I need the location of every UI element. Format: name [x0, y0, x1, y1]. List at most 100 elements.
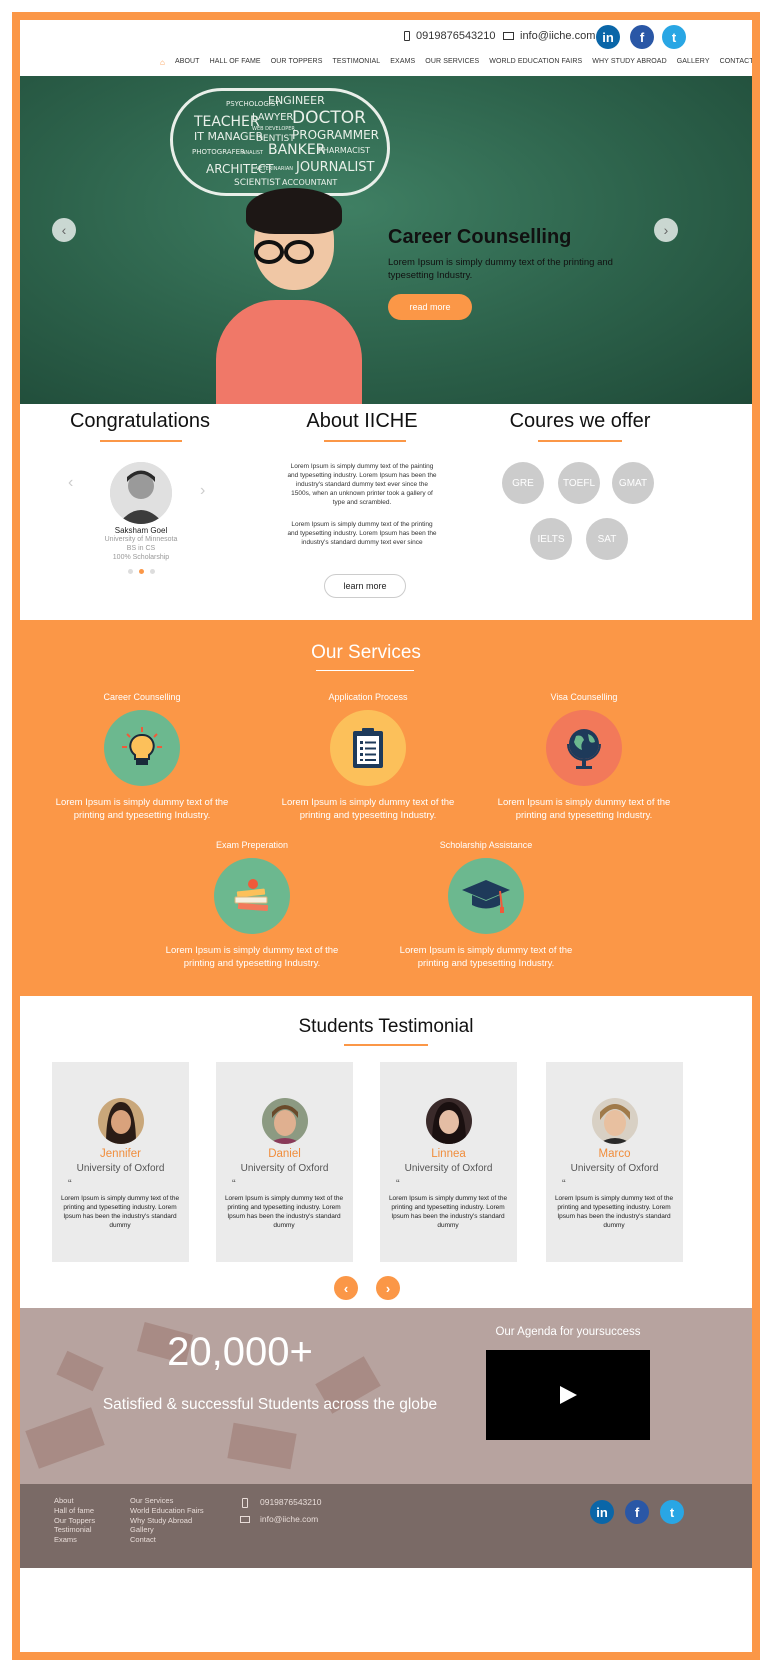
- learn-more-button[interactable]: learn more: [324, 574, 406, 598]
- testimonial-text: Lorem Ipsum is simply dummy text of the …: [60, 1195, 180, 1229]
- stats-text: Satisfied & successful Students across t…: [102, 1396, 438, 1413]
- testimonial-university: University of Oxford: [240, 1163, 329, 1174]
- cloud-word: JOURNALIST: [296, 160, 375, 175]
- play-icon[interactable]: [560, 1386, 577, 1404]
- globe-icon[interactable]: [546, 710, 622, 786]
- footer-link-our-toppers[interactable]: Our Toppers: [54, 1516, 95, 1526]
- testimonial-next-button[interactable]: ›: [376, 1276, 400, 1300]
- agenda-title: Our Agenda for yoursuccess: [495, 1326, 641, 1338]
- nav-hall-of-fame[interactable]: HALL OF FAME: [210, 58, 261, 67]
- testimonial-name: Marco: [598, 1148, 631, 1160]
- nav-gallery[interactable]: GALLERY: [677, 58, 710, 67]
- footer-email[interactable]: info@iiche.com: [260, 1514, 318, 1525]
- linkedin-icon[interactable]: in: [590, 1500, 614, 1524]
- testimonial-name: Daniel: [268, 1148, 301, 1160]
- mail-icon: [503, 32, 514, 40]
- phone-icon: [242, 1498, 248, 1508]
- clipboard-icon[interactable]: [330, 710, 406, 786]
- testimonial-text: Lorem Ipsum is simply dummy text of the …: [554, 1195, 674, 1229]
- slider-next-button[interactable]: ›: [654, 218, 678, 242]
- cloud-word: TEACHER: [194, 114, 260, 130]
- page: 0919876543210 info@iiche.com in f t ⌂ AB…: [12, 12, 760, 1660]
- courses-title: Coures we offer: [509, 410, 651, 432]
- nav-our-toppers[interactable]: OUR TOPPERS: [271, 58, 323, 67]
- nav-testimonial[interactable]: TESTIMONIAL: [333, 58, 381, 67]
- title-underline: [316, 670, 414, 671]
- nav-exams[interactable]: EXAMS: [390, 58, 415, 67]
- chevron-right-icon: ›: [663, 222, 669, 238]
- footer-link-our-services[interactable]: Our Services: [130, 1496, 204, 1506]
- footer-link-why-study-abroad[interactable]: Why Study Abroad: [130, 1516, 204, 1526]
- mail-icon: [240, 1516, 250, 1523]
- student-university: University of Minnesota: [104, 536, 178, 543]
- service-text: Lorem Ipsum is simply dummy text of the …: [281, 797, 455, 821]
- title-underline: [100, 440, 182, 442]
- read-more-button[interactable]: read more: [388, 294, 472, 320]
- cloud-word: ANALIST: [242, 150, 264, 156]
- congrats-title: Congratulations: [69, 410, 211, 432]
- footer-link-world-education-fairs[interactable]: World Education Fairs: [130, 1506, 204, 1516]
- cloud-word: DOCTOR: [292, 108, 366, 128]
- footer-link-testimonial[interactable]: Testimonial: [54, 1525, 95, 1535]
- footer-links-col1: About Hall of fame Our Toppers Testimoni…: [54, 1496, 95, 1545]
- course-ielts[interactable]: IELTS: [530, 518, 572, 560]
- service-text: Lorem Ipsum is simply dummy text of the …: [497, 797, 671, 821]
- header: 0919876543210 info@iiche.com in f t ⌂ AB…: [20, 20, 752, 80]
- nav-our-services[interactable]: OUR SERVICES: [425, 58, 479, 67]
- glasses: [284, 240, 314, 264]
- about-paragraph-1: Lorem Ipsum is simply dummy text of the …: [287, 463, 437, 506]
- home-icon[interactable]: ⌂: [160, 58, 165, 67]
- carousel-dot[interactable]: [150, 569, 155, 574]
- books-icon[interactable]: [214, 858, 290, 934]
- linkedin-icon[interactable]: in: [596, 25, 620, 49]
- cloud-word: PHOTOGRAFER: [192, 148, 245, 156]
- lightbulb-icon[interactable]: [104, 710, 180, 786]
- testimonial-avatar: [592, 1098, 638, 1144]
- footer-link-gallery[interactable]: Gallery: [130, 1525, 204, 1535]
- testimonial-name: Jennifer: [100, 1148, 141, 1160]
- cloud-word: BANKER: [268, 142, 326, 158]
- slider-prev-button[interactable]: ‹: [52, 218, 76, 242]
- nav-why-study-abroad[interactable]: WHY STUDY ABROAD: [592, 58, 666, 67]
- nav-contact[interactable]: CONTACT: [720, 58, 752, 67]
- student-photo: [110, 462, 172, 524]
- service-title: Application Process: [328, 692, 408, 702]
- footer-links-col2: Our Services World Education Fairs Why S…: [130, 1496, 204, 1545]
- main-nav: ⌂ ABOUT HALL OF FAME OUR TOPPERS TESTIMO…: [160, 58, 752, 67]
- service-text: Lorem Ipsum is simply dummy text of the …: [55, 797, 229, 821]
- cloud-word: ENGINEER: [268, 94, 325, 107]
- carousel-dot-active[interactable]: [139, 569, 144, 574]
- quote-icon: “: [562, 1178, 566, 1190]
- footer-link-hall-of-fame[interactable]: Hall of fame: [54, 1506, 95, 1516]
- phone-icon: [404, 31, 410, 41]
- twitter-icon[interactable]: t: [660, 1500, 684, 1524]
- congrats-next-arrow[interactable]: ›: [200, 482, 205, 500]
- header-phone[interactable]: 0919876543210: [404, 30, 496, 42]
- quote-icon: “: [232, 1178, 236, 1190]
- title-underline: [324, 440, 406, 442]
- nav-world-education-fairs[interactable]: WORLD EDUCATION FAIRS: [489, 58, 582, 67]
- congrats-prev-arrow[interactable]: ‹: [68, 474, 73, 492]
- course-toefl[interactable]: TOEFL: [558, 462, 600, 504]
- hero-slider: PSYCHOLOGIST ENGINEER TEACHER LAWYER DOC…: [20, 76, 752, 404]
- graduation-cap-icon[interactable]: [448, 858, 524, 934]
- course-gre[interactable]: GRE: [502, 462, 544, 504]
- course-gmat[interactable]: GMAT: [612, 462, 654, 504]
- testimonial-university: University of Oxford: [76, 1163, 165, 1174]
- cloud-word: ACCOUNTANT: [282, 178, 338, 187]
- footer-link-exams[interactable]: Exams: [54, 1535, 95, 1545]
- carousel-dot[interactable]: [128, 569, 133, 574]
- testimonial-prev-button[interactable]: ‹: [334, 1276, 358, 1300]
- quote-icon: “: [68, 1178, 72, 1190]
- facebook-icon[interactable]: f: [630, 25, 654, 49]
- nav-about[interactable]: ABOUT: [175, 58, 200, 67]
- footer-phone[interactable]: 0919876543210: [260, 1497, 321, 1508]
- course-sat[interactable]: SAT: [586, 518, 628, 560]
- header-email[interactable]: info@iiche.com: [503, 30, 595, 42]
- service-text: Lorem Ipsum is simply dummy text of the …: [165, 945, 339, 969]
- facebook-icon[interactable]: f: [625, 1500, 649, 1524]
- twitter-icon[interactable]: t: [662, 25, 686, 49]
- kid-illustration: [216, 300, 362, 404]
- footer-link-about[interactable]: About: [54, 1496, 95, 1506]
- footer-link-contact[interactable]: Contact: [130, 1535, 204, 1545]
